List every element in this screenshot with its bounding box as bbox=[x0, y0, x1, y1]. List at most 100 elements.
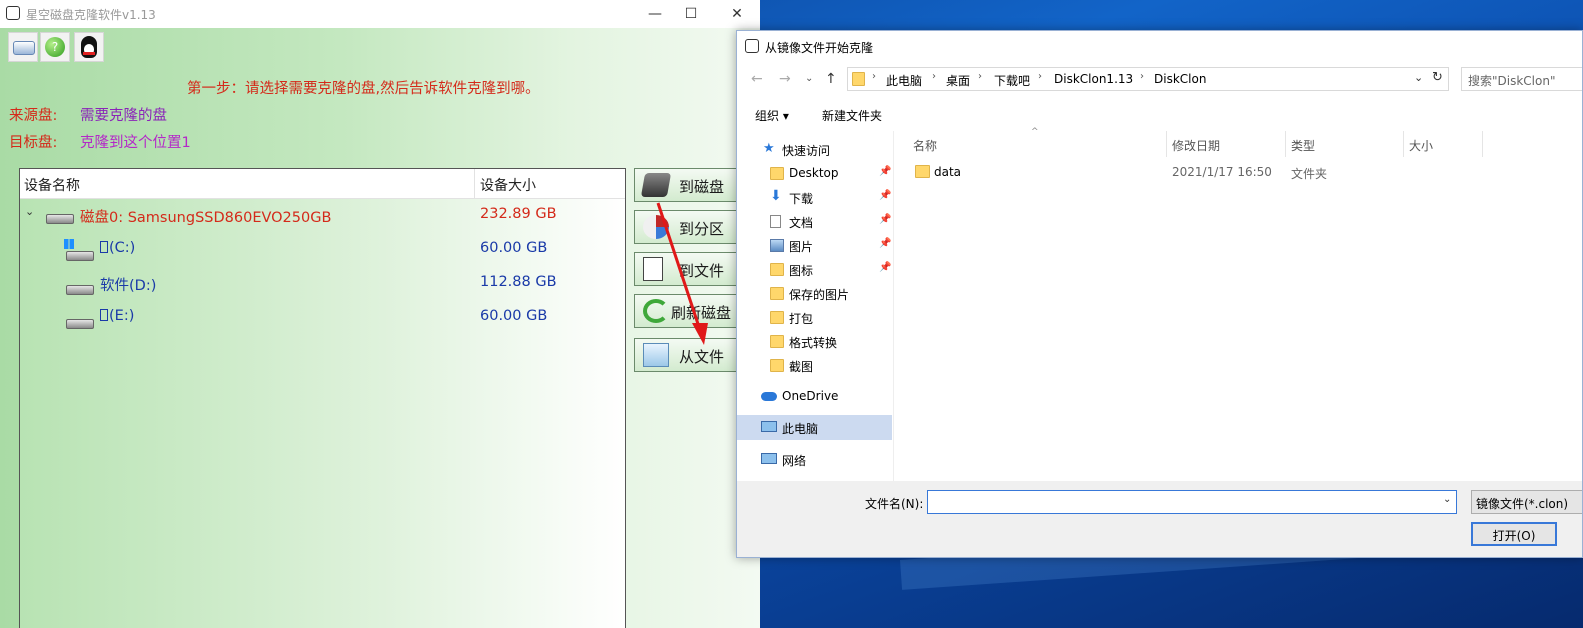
device-row-disk0[interactable]: ⌄ 磁盘0: SamsungSSD860EVO250GB 232.89 GB bbox=[20, 199, 625, 233]
nav-quick-access[interactable]: ★ 快速访问 bbox=[737, 139, 892, 161]
organize-button[interactable]: 组织 ▾ bbox=[755, 107, 789, 124]
network-disk-icon bbox=[13, 41, 35, 55]
network-icon bbox=[761, 453, 777, 464]
filetype-select[interactable]: 镜像文件(*.clon) bbox=[1471, 490, 1582, 514]
device-tree-header: 设备名称 设备大小 bbox=[20, 169, 625, 199]
breadcrumb-item[interactable]: DiskClon bbox=[1154, 72, 1206, 86]
nav-this-pc[interactable]: 此电脑 bbox=[737, 417, 892, 439]
device-size: 112.88 GB bbox=[480, 274, 557, 290]
command-bar: 组织 ▾ 新建文件夹 bbox=[737, 99, 1582, 131]
device-tree[interactable]: 设备名称 设备大小 ⌄ 磁盘0: SamsungSSD860EVO250GB 2… bbox=[19, 168, 626, 628]
help-icon: ? bbox=[45, 37, 65, 57]
file-date: 2021/1/17 16:50 bbox=[1172, 165, 1272, 179]
folder-icon bbox=[770, 359, 784, 372]
recent-chevron-icon[interactable]: ⌄ bbox=[805, 73, 813, 84]
folder-icon bbox=[852, 72, 865, 86]
folder-icon bbox=[770, 287, 784, 300]
open-button[interactable]: 打开(O) bbox=[1471, 522, 1557, 546]
filename-dropdown-icon[interactable]: ⌄ bbox=[1443, 494, 1451, 505]
breadcrumb-item[interactable]: 下载吧 bbox=[994, 72, 1030, 89]
sort-up-icon: ^ bbox=[1031, 127, 1039, 137]
pin-icon[interactable]: 📌 bbox=[879, 166, 891, 177]
device-name: (C:) bbox=[100, 240, 135, 256]
hard-disk-icon bbox=[640, 173, 672, 197]
drive-icon bbox=[64, 315, 94, 329]
source-label: 来源盘: bbox=[9, 108, 58, 124]
column-name[interactable]: 名称 bbox=[913, 137, 937, 154]
address-bar[interactable]: › 此电脑 › 桌面 › 下载吧 › DiskClon1.13 › DiskCl… bbox=[847, 67, 1449, 91]
annotation-arrow-icon bbox=[656, 202, 708, 345]
file-row-data[interactable]: data 2021/1/17 16:50 文件夹 bbox=[905, 161, 1582, 183]
nav-pictures[interactable]: 图片 📌 bbox=[737, 235, 892, 257]
folder-icon bbox=[770, 311, 784, 324]
expand-chevron-icon: ⌄ bbox=[25, 205, 35, 218]
help-button[interactable]: ? bbox=[40, 32, 70, 62]
folder-icon bbox=[770, 335, 784, 348]
column-type[interactable]: 类型 bbox=[1291, 137, 1315, 154]
nav-onedrive[interactable]: OneDrive bbox=[737, 386, 892, 408]
dialog-footer: 文件名(N): ⌄ 镜像文件(*.clon) 打开(O) bbox=[737, 481, 1582, 557]
dialog-app-icon bbox=[745, 39, 759, 53]
nav-package[interactable]: 打包 bbox=[737, 307, 892, 329]
step-instruction: 第一步：请选择需要克隆的盘,然后告诉软件克隆到哪。 bbox=[187, 81, 540, 97]
disk-clone-window: 星空磁盘克隆软件v1.13 — ☐ ✕ ? 第一步：请选择需要克隆的盘,然后告诉… bbox=[0, 0, 760, 628]
nav-screenshots[interactable]: 截图 bbox=[737, 355, 892, 377]
maximize-button[interactable]: ☐ bbox=[668, 0, 714, 28]
device-row-c[interactable]: (C:) 60.00 GB bbox=[20, 233, 625, 267]
nav-desktop[interactable]: Desktop 📌 bbox=[737, 163, 892, 185]
file-list-header: 名称 ^ 修改日期 类型 大小 bbox=[905, 127, 1582, 157]
nav-downloads[interactable]: ⬇ 下载 📌 bbox=[737, 187, 892, 209]
close-button[interactable]: ✕ bbox=[714, 0, 760, 28]
address-dropdown-icon[interactable]: ⌄ bbox=[1414, 71, 1423, 84]
filename-input[interactable] bbox=[927, 490, 1457, 514]
pin-icon[interactable]: 📌 bbox=[879, 238, 891, 249]
column-size[interactable]: 大小 bbox=[1409, 137, 1433, 154]
computer-icon bbox=[761, 421, 777, 432]
app-toolbar: ? bbox=[0, 30, 110, 62]
pin-icon[interactable]: 📌 bbox=[879, 214, 891, 225]
column-device-name[interactable]: 设备名称 bbox=[24, 175, 80, 195]
folder-icon bbox=[770, 167, 784, 180]
back-arrow-icon[interactable]: ← bbox=[751, 71, 763, 87]
network-disk-button[interactable] bbox=[8, 32, 38, 62]
device-row-e[interactable]: (E:) 60.00 GB bbox=[20, 301, 625, 335]
nav-icons[interactable]: 图标 📌 bbox=[737, 259, 892, 281]
device-row-d[interactable]: 软件(D:) 112.88 GB bbox=[20, 267, 625, 301]
nav-format-convert[interactable]: 格式转换 bbox=[737, 331, 892, 353]
nav-saved-pictures[interactable]: 保存的图片 bbox=[737, 283, 892, 305]
device-name: 软件(D:) bbox=[100, 278, 157, 294]
breadcrumb-item[interactable]: DiskClon1.13 bbox=[1054, 72, 1133, 86]
qq-penguin-icon bbox=[81, 36, 97, 58]
breadcrumb-item[interactable]: 此电脑 bbox=[886, 72, 922, 89]
target-label: 目标盘: bbox=[9, 135, 58, 151]
star-icon: ★ bbox=[763, 141, 775, 156]
up-arrow-icon[interactable]: ↑ bbox=[825, 71, 837, 87]
device-size: 232.89 GB bbox=[480, 206, 557, 222]
nav-documents[interactable]: 文档 📌 bbox=[737, 211, 892, 233]
column-device-size[interactable]: 设备大小 bbox=[480, 175, 536, 195]
target-value: 克隆到这个位置1 bbox=[80, 135, 191, 151]
file-name: data bbox=[934, 165, 962, 179]
device-name: 磁盘0: SamsungSSD860EVO250GB bbox=[80, 210, 332, 226]
new-folder-button[interactable]: 新建文件夹 bbox=[822, 107, 882, 124]
pin-icon[interactable]: 📌 bbox=[879, 262, 891, 273]
source-value: 需要克隆的盘 bbox=[80, 108, 167, 124]
file-type: 文件夹 bbox=[1291, 167, 1328, 181]
refresh-icon[interactable]: ↻ bbox=[1432, 70, 1443, 85]
pin-icon[interactable]: 📌 bbox=[879, 190, 891, 201]
forward-arrow-icon[interactable]: → bbox=[779, 71, 791, 87]
cloud-icon bbox=[761, 392, 777, 401]
download-icon: ⬇ bbox=[770, 188, 782, 204]
device-name: (E:) bbox=[100, 308, 134, 324]
column-modified-date[interactable]: 修改日期 bbox=[1172, 137, 1220, 154]
folder-icon bbox=[915, 165, 930, 178]
nav-network[interactable]: 网络 bbox=[737, 449, 892, 471]
hard-disk-icon bbox=[44, 210, 74, 224]
navigation-pane: ★ 快速访问 Desktop 📌 ⬇ 下载 📌 文档 📌 图片 📌 图标 📌 保… bbox=[737, 131, 892, 481]
breadcrumb-item[interactable]: 桌面 bbox=[946, 72, 970, 89]
search-box[interactable]: 搜索"DiskClon" bbox=[1461, 67, 1582, 91]
app-titlebar: 星空磁盘克隆软件v1.13 — ☐ ✕ bbox=[0, 0, 760, 28]
qq-button[interactable] bbox=[74, 32, 104, 62]
drive-icon bbox=[64, 281, 94, 295]
app-logo-icon bbox=[6, 6, 20, 20]
